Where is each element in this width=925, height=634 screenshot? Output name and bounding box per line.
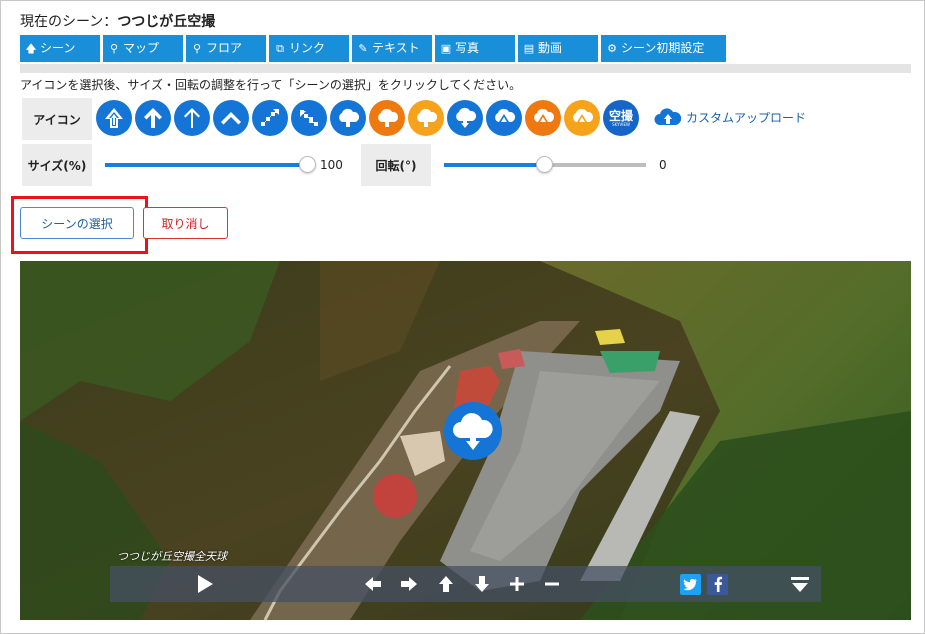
rotation-value: 0 xyxy=(659,158,667,172)
cloud-up-orange-icon[interactable] xyxy=(369,100,405,136)
rotation-slider[interactable] xyxy=(444,156,646,173)
size-slider-fill xyxy=(105,163,308,167)
tab-label: シーン xyxy=(40,41,76,55)
tab-floor[interactable]: ⚲ フロア xyxy=(186,35,266,62)
arrow-up-circle-icon[interactable] xyxy=(135,100,171,136)
viewer-control-bar xyxy=(110,566,821,602)
rotation-slider-handle[interactable] xyxy=(536,156,553,173)
size-slider-handle[interactable] xyxy=(299,156,316,173)
zoom-out-icon xyxy=(545,582,559,586)
pan-right-button[interactable] xyxy=(398,566,420,602)
mountain-yellow-icon[interactable] xyxy=(564,100,600,136)
pan-left-button[interactable] xyxy=(362,566,384,602)
step-down-left-icon[interactable] xyxy=(291,100,327,136)
play-icon xyxy=(198,575,213,593)
scene-title-prefix: 現在のシーン： xyxy=(20,14,118,30)
mountain-orange-icon[interactable] xyxy=(525,100,561,136)
chevron-up-icon[interactable] xyxy=(213,100,249,136)
external-link-icon: ⧉ xyxy=(276,42,284,55)
pan-up-button[interactable] xyxy=(435,566,457,602)
tab-photo[interactable]: ▣ 写真 xyxy=(435,35,515,62)
arrow-left-icon xyxy=(365,577,381,591)
size-slider[interactable] xyxy=(105,156,316,173)
mountain-blue-icon[interactable] xyxy=(486,100,522,136)
size-value: 100 xyxy=(320,158,343,172)
gear-icon: ⚙ xyxy=(607,42,617,55)
icon-picker: 空撮 SKYVIEW xyxy=(96,99,639,137)
map-marker-icon: ⚲ xyxy=(109,42,119,55)
cloud-down-hotspot[interactable] xyxy=(444,402,502,460)
tab-bar: 🡅 シーン ⚲ マップ ⚲ フロア ⧉ リンク ✎ テキスト ▣ 写真 ▤ 動画 ⚙ シーン初期… xyxy=(20,35,726,62)
twitter-share-button[interactable] xyxy=(680,566,701,602)
arrow-right-icon xyxy=(401,577,417,591)
rotation-slider-fill xyxy=(444,163,545,167)
tab-bar-divider xyxy=(20,64,911,73)
arrow-up-bold-icon[interactable] xyxy=(96,100,132,136)
menu-collapse-button[interactable] xyxy=(789,566,811,602)
select-scene-button[interactable]: シーンの選択 xyxy=(20,207,134,239)
scene-title-name: つつじが丘空撮 xyxy=(117,14,216,30)
arrow-up-icon xyxy=(439,576,453,592)
tab-label: シーン初期設定 xyxy=(621,41,705,55)
tab-label: テキスト xyxy=(372,41,420,55)
cloud-down-icon[interactable] xyxy=(447,100,483,136)
skyview-text: 空撮 xyxy=(608,108,633,123)
panorama-viewer[interactable]: つつじが丘空撮全天球 xyxy=(20,261,911,620)
panorama-caption: つつじが丘空撮全天球 xyxy=(117,550,227,563)
zoom-in-button[interactable] xyxy=(506,566,528,602)
image-icon: ▣ xyxy=(440,42,452,55)
custom-upload-label: カスタムアップロード xyxy=(686,110,807,125)
cloud-down-icon xyxy=(453,413,493,450)
page-title: 現在のシーン：つつじが丘空撮 xyxy=(20,11,215,31)
tab-video[interactable]: ▤ 動画 xyxy=(518,35,598,62)
edit-icon: ✎ xyxy=(358,42,368,55)
cloud-up-icon[interactable] xyxy=(330,100,366,136)
cloud-up-yellow-icon[interactable] xyxy=(408,100,444,136)
tab-label: 動画 xyxy=(538,41,563,55)
skyview-icon[interactable]: 空撮 SKYVIEW xyxy=(603,100,639,136)
rotation-label: 回転(°) xyxy=(361,144,431,186)
play-button[interactable] xyxy=(194,566,216,602)
skyview-subtext: SKYVIEW xyxy=(612,121,630,127)
icon-label: アイコン xyxy=(22,98,92,140)
facebook-icon xyxy=(707,573,728,595)
cloud-upload-icon xyxy=(654,108,682,125)
tab-scene[interactable]: 🡅 シーン xyxy=(20,35,100,62)
twitter-icon xyxy=(680,573,701,595)
tab-label: マップ xyxy=(123,41,160,55)
instruction-text: アイコンを選択後、サイズ・回転の調整を行って「シーンの選択」をクリックしてくださ… xyxy=(20,78,522,92)
arrow-up-icon: 🡅 xyxy=(25,42,37,55)
tab-text[interactable]: ✎ テキスト xyxy=(352,35,432,62)
tab-link[interactable]: ⧉ リンク xyxy=(269,35,349,62)
tab-scene-settings[interactable]: ⚙ シーン初期設定 xyxy=(601,35,726,62)
tab-label: 写真 xyxy=(455,41,480,55)
arrow-down-icon xyxy=(475,576,489,592)
film-icon: ▤ xyxy=(523,42,535,55)
size-label: サイズ(%) xyxy=(22,144,92,186)
tab-label: リンク xyxy=(289,41,326,55)
zoom-in-icon xyxy=(510,577,524,591)
tab-map[interactable]: ⚲ マップ xyxy=(103,35,183,62)
arrow-up-thin-icon[interactable] xyxy=(174,100,210,136)
step-up-right-icon[interactable] xyxy=(252,100,288,136)
menu-collapse-icon xyxy=(791,577,809,592)
custom-upload-link[interactable]: カスタムアップロード xyxy=(654,106,806,128)
facebook-share-button[interactable] xyxy=(707,566,728,602)
zoom-out-button[interactable] xyxy=(541,566,563,602)
map-marker-icon: ⚲ xyxy=(192,42,202,55)
tab-label: フロア xyxy=(206,41,243,55)
pan-down-button[interactable] xyxy=(471,566,493,602)
cancel-button[interactable]: 取り消し xyxy=(143,207,228,239)
